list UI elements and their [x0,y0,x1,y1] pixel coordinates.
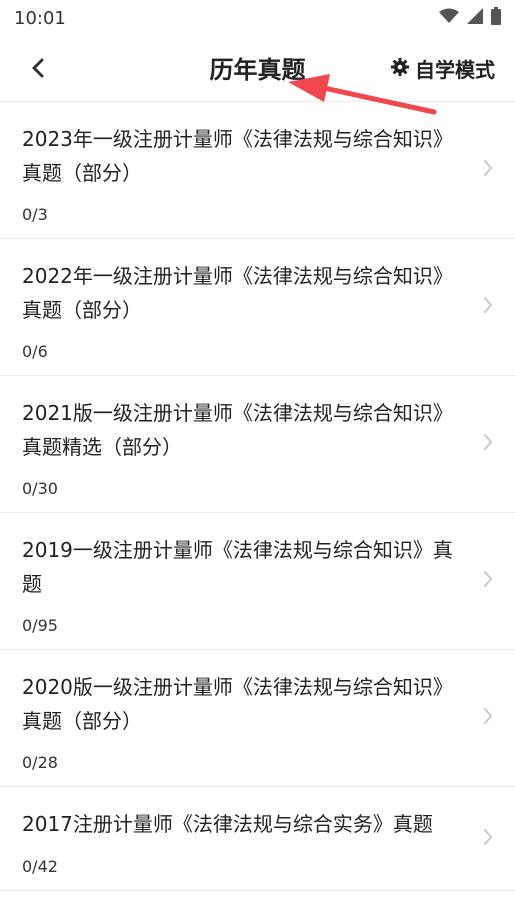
item-title: 2021版一级注册计量师《法律法规与综合知识》真题精选（部分） [22,401,453,459]
chevron-right-icon [483,433,493,455]
list-item[interactable]: 2021版一级注册计量师《法律法规与综合知识》真题精选（部分） 0/30 [0,376,515,513]
item-progress: 0/30 [22,479,58,498]
item-title: 2019一级注册计量师《法律法规与综合知识》真题 [22,538,453,596]
status-icons [439,7,501,29]
list-item[interactable]: 2020版一级注册计量师《法律法规与综合知识》真题（部分） 0/28 [0,650,515,787]
item-progress: 0/28 [22,753,58,772]
list-item[interactable]: 2017注册计量师《法律法规与综合实务》真题 0/42 [0,787,515,891]
item-title: 2022年一级注册计量师《法律法规与综合知识》真题（部分） [22,264,453,322]
status-time: 10:01 [14,7,66,29]
exam-list: 2023年一级注册计量师《法律法规与综合知识》真题（部分） 0/3 2022年一… [0,102,515,891]
item-progress: 0/95 [22,616,58,635]
list-item[interactable]: 2023年一级注册计量师《法律法规与综合知识》真题（部分） 0/3 [0,102,515,239]
item-progress: 0/6 [22,342,48,361]
item-title: 2020版一级注册计量师《法律法规与综合知识》真题（部分） [22,675,453,733]
signal-icon [467,8,483,28]
item-progress: 0/42 [22,857,58,876]
chevron-right-icon [483,707,493,729]
item-progress: 0/3 [22,205,48,224]
chevron-right-icon [483,570,493,592]
wifi-icon [439,8,459,28]
list-item[interactable]: 2019一级注册计量师《法律法规与综合知识》真题 0/95 [0,513,515,650]
chevron-right-icon [483,159,493,181]
battery-icon [491,7,501,29]
list-item[interactable]: 2022年一级注册计量师《法律法规与综合知识》真题（部分） 0/6 [0,239,515,376]
chevron-right-icon [483,828,493,850]
item-title: 2017注册计量师《法律法规与综合实务》真题 [22,812,433,836]
item-title: 2023年一级注册计量师《法律法规与综合知识》真题（部分） [22,127,453,185]
chevron-right-icon [483,296,493,318]
status-bar: 10:01 [0,0,515,36]
